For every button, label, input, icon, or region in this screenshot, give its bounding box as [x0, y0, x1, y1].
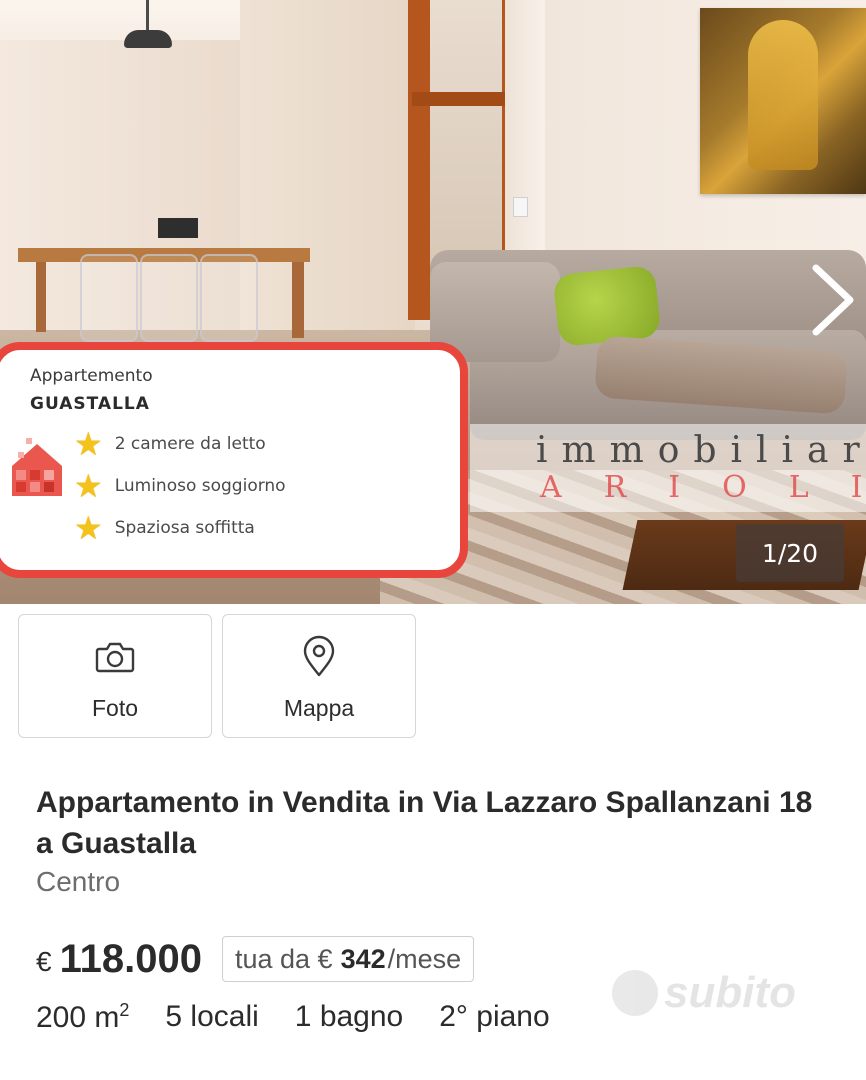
overlay-feature-text: Luminoso soggiorno: [114, 476, 286, 496]
photo-painting: [748, 20, 818, 170]
photo-button[interactable]: Foto: [18, 614, 212, 738]
listing-specs: 200 m2 5 locali 1 bagno 2° piano: [36, 1000, 550, 1035]
overlay-feature-text: 2 camere da letto: [114, 434, 266, 454]
photo-chair: [200, 254, 258, 342]
price-value: 118.000: [59, 936, 202, 981]
spec-surface-value: 200 m: [36, 1001, 120, 1034]
house-logo-icon: [12, 438, 62, 496]
photo-chair: [80, 254, 138, 342]
map-button[interactable]: Mappa: [222, 614, 416, 738]
listing-zone: Centro: [36, 866, 121, 897]
map-pin-icon: [303, 635, 335, 677]
star-icon: ★: [74, 425, 103, 463]
subito-logo-icon: [612, 970, 658, 1016]
listing-title: Appartamento in Vendita in Via Lazzaro S…: [36, 786, 813, 860]
watermark-text: subito: [664, 968, 796, 1017]
star-icon: ★: [74, 467, 103, 505]
mortgage-suffix: /mese: [387, 943, 462, 974]
map-button-label: Mappa: [283, 695, 355, 721]
photo-table: [292, 262, 304, 338]
photo-chair: [140, 254, 198, 342]
listing-photo[interactable]: immobiliare ARIOLI Appartemento GUASTALL…: [0, 0, 866, 604]
photo-button-label: Foto: [91, 695, 139, 721]
mortgage-badge[interactable]: tua da € 342 /mese: [221, 936, 475, 982]
overlay-feature: ★ Spaziosa soffitta: [74, 512, 255, 544]
mortgage-amount: 342: [340, 943, 386, 974]
agency-name-line2: ARIOLI: [540, 470, 862, 505]
photo-counter: 1/20: [736, 524, 844, 582]
photo-wall: [240, 0, 415, 340]
overlay-feature: ★ 2 camere da letto: [74, 428, 266, 460]
photo-table: [36, 262, 46, 332]
mortgage-prefix: tua da €: [234, 943, 333, 974]
overlay-feature: ★ Luminoso soggiorno: [74, 470, 286, 502]
photo-switch: [513, 197, 528, 217]
chevron-right-icon[interactable]: [806, 262, 860, 338]
spec-surface-exp: 2: [119, 1000, 130, 1020]
photo-lamp: [146, 0, 149, 34]
overlay-feature-text: Spaziosa soffitta: [114, 518, 255, 538]
camera-icon: [95, 642, 135, 673]
price-currency: €: [36, 946, 52, 977]
spec-rooms: 5 locali: [165, 1000, 259, 1033]
spec-surface: 200 m2: [36, 1000, 129, 1035]
overlay-city: GUASTALLA: [30, 394, 150, 414]
star-icon: ★: [74, 509, 103, 547]
photo-lamp: [124, 30, 172, 48]
photo-tv: [158, 218, 198, 238]
spec-floor: 2° piano: [439, 1000, 550, 1033]
photo-pillow: [552, 264, 662, 348]
price-row: € 118.000 tua da € 342 /mese: [36, 936, 475, 982]
spec-bath: 1 bagno: [294, 1000, 404, 1033]
agency-name-line1: immobiliare: [536, 430, 866, 471]
subito-watermark: subito: [612, 968, 796, 1018]
photo-wall: [505, 0, 545, 270]
overlay-property-type: Appartemento: [30, 366, 153, 386]
photo-door: [412, 92, 510, 106]
